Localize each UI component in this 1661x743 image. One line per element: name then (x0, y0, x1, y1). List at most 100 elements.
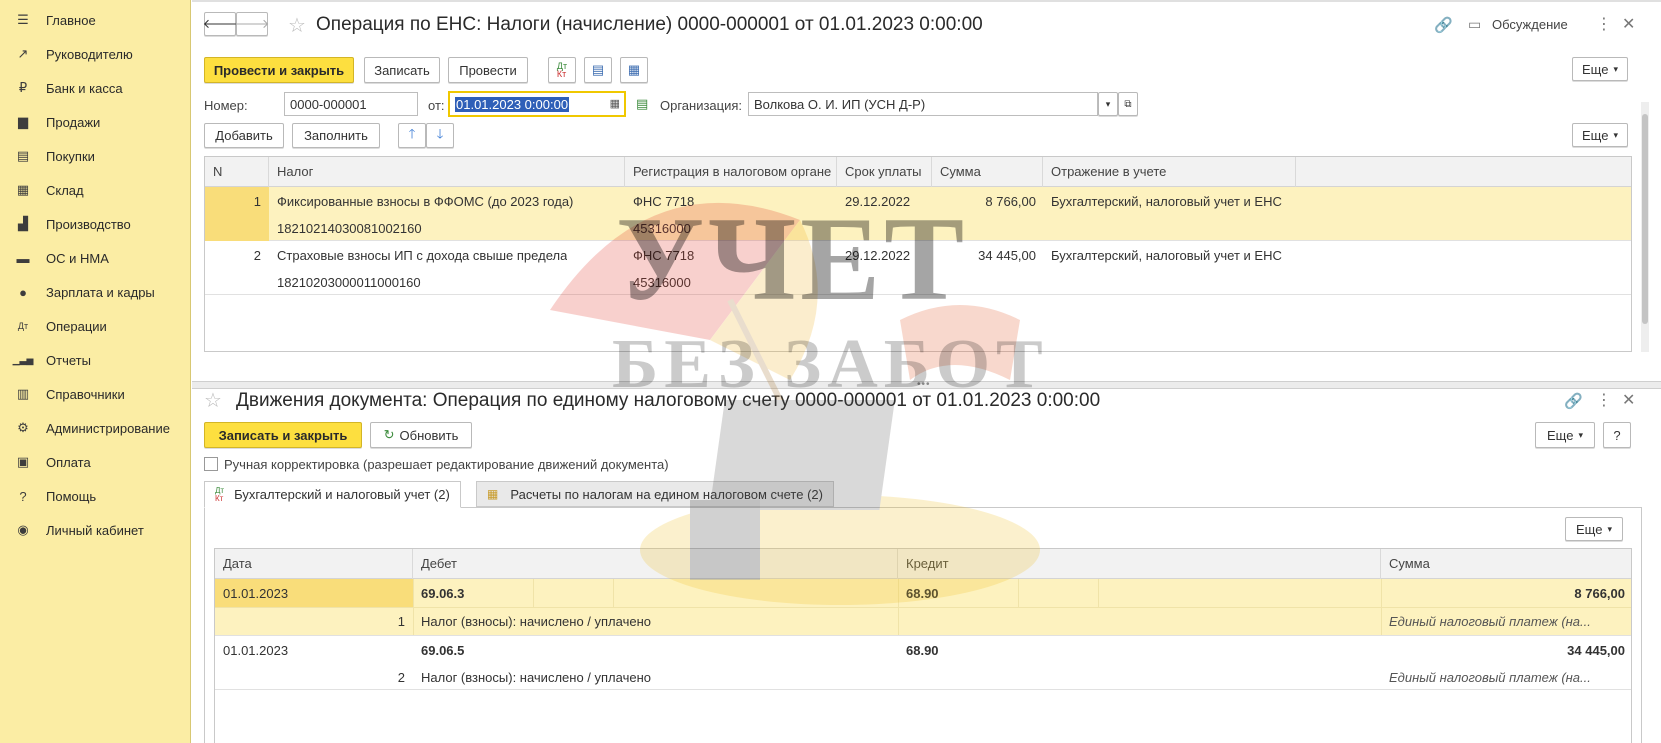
structure-button[interactable]: ▦ (620, 57, 648, 83)
table-row[interactable]: 2 Страховые взносы ИП с дохода свыше пре… (205, 241, 1631, 295)
sidebar-item-4[interactable]: ▤ Покупки (0, 140, 190, 172)
sidebar: ☰ Главное ↗ Руководителю ₽ Банк и касса ▆ Прода… (0, 0, 191, 743)
col-date[interactable]: Дата (215, 549, 413, 579)
post-and-close-button[interactable]: Провести и закрыть (204, 57, 354, 83)
organization-label: Организация: (660, 98, 743, 113)
number-input[interactable]: 0000-000001 (284, 92, 418, 116)
dt-kt-icon: Дт (17, 321, 29, 331)
forward-button[interactable]: 🡒 (235, 12, 269, 36)
row-oktmo: 45316000 (633, 221, 691, 236)
row-sum: 8 766,00 (1574, 586, 1625, 601)
tab-ens-settlements[interactable]: ▦ Расчеты по налогам на едином налоговом… (476, 481, 834, 507)
document-title: Операция по ЕНС: Налоги (начисление) 000… (316, 14, 983, 35)
sidebar-item-label: Справочники (46, 386, 125, 402)
inner-more-button[interactable]: Еще ▾ (1565, 517, 1623, 541)
add-button[interactable]: Добавить (204, 123, 284, 148)
col-tax[interactable]: Налог (269, 157, 625, 187)
move-up-button[interactable]: 🡑 (398, 123, 426, 148)
refresh-icon: ↻ (383, 427, 395, 442)
sidebar-item-15[interactable]: ◉ Личный кабинет (0, 514, 190, 546)
link-icon[interactable]: 🔗 (1564, 392, 1583, 410)
col-registration[interactable]: Регистрация в налоговом органе (625, 157, 837, 187)
coin-icon: ₽ (18, 80, 28, 95)
warehouse-icon: ▦ (16, 182, 30, 197)
more-dots-icon[interactable]: ⋮ (1596, 390, 1612, 410)
sidebar-item-11[interactable]: ▥ Справочники (0, 378, 190, 410)
save-button[interactable]: Записать (364, 57, 440, 83)
close-icon[interactable]: ✕ (1622, 390, 1635, 410)
help-button[interactable]: ? (1603, 422, 1631, 448)
taxes-table: N Налог Регистрация в налоговом органе С… (204, 156, 1632, 352)
post-button[interactable]: Провести (448, 57, 528, 83)
row-due-date: 29.12.2022 (845, 194, 911, 209)
col-credit[interactable]: Кредит (898, 549, 1381, 579)
sidebar-item-5[interactable]: ▦ Склад (0, 174, 190, 206)
dt-kt-button[interactable]: Дт Кт (548, 57, 576, 83)
sidebar-item-0[interactable]: ☰ Главное (0, 4, 190, 36)
sidebar-item-2[interactable]: ₽ Банк и касса (0, 72, 190, 104)
trend-icon: ↗ (17, 46, 29, 61)
sidebar-item-9[interactable]: Дт Операции (0, 310, 190, 342)
row-sum: 34 445,00 (1567, 643, 1625, 658)
table-more-button[interactable]: Еще ▾ (1572, 123, 1628, 147)
org-history-icon[interactable]: ▤ (636, 96, 648, 112)
sidebar-item-12[interactable]: ⚙ Администрирование (0, 412, 190, 444)
manual-correction-checkbox[interactable] (204, 457, 218, 471)
refresh-button[interactable]: ↻ Обновить (370, 422, 472, 448)
more-dots-icon[interactable]: ⋮ (1596, 14, 1612, 34)
move-down-button[interactable]: 🡓 (426, 123, 454, 148)
sidebar-item-label: Склад (46, 182, 84, 198)
row-debit: 69.06.5 (421, 643, 465, 658)
sidebar-item-1[interactable]: ↗ Руководителю (0, 38, 190, 70)
row-sum: 8 766,00 (985, 194, 1036, 209)
tab-accounting[interactable]: Дт Кт Бухгалтерский и налоговый учет (2) (204, 481, 461, 508)
date-input[interactable]: 01.01.2023 0:00:00 ▦ (448, 91, 626, 117)
table-row[interactable]: 01.01.2023 2 69.06.5 Налог (взносы): нач… (215, 636, 1631, 690)
more-label: Еще (1582, 127, 1609, 143)
col-sum[interactable]: Сумма (1381, 549, 1631, 579)
col-debit[interactable]: Дебет (413, 549, 898, 579)
sidebar-item-13[interactable]: ▣ Оплата (0, 446, 190, 478)
sidebar-item-6[interactable]: ▟ Производство (0, 208, 190, 240)
column-separator (533, 579, 534, 607)
sidebar-item-7[interactable]: ▬ ОС и НМА (0, 242, 190, 274)
calendar-icon[interactable]: ▦ (610, 97, 620, 110)
movements-window: ☆ Движения документа: Операция по едином… (192, 389, 1661, 743)
hamburger-icon: ☰ (17, 12, 29, 27)
link-icon[interactable]: 🔗 (1434, 16, 1453, 34)
top-scrollbar-thumb[interactable] (1642, 114, 1648, 324)
sidebar-item-label: Банк и касса (46, 80, 123, 96)
organization-open-button[interactable]: ⧉ (1118, 92, 1138, 116)
sidebar-item-label: Оплата (46, 454, 91, 470)
discussion-icon[interactable]: ▭ (1468, 16, 1481, 33)
star-icon[interactable]: ☆ (204, 388, 222, 413)
col-n[interactable]: N (205, 157, 269, 187)
sidebar-item-8[interactable]: ● Зарплата и кадры (0, 276, 190, 308)
table-row[interactable]: 01.01.2023 1 69.06.3 Налог (взносы): нач… (215, 579, 1631, 636)
taxes-table-header: N Налог Регистрация в налоговом органе С… (205, 157, 1631, 187)
col-sum[interactable]: Сумма (932, 157, 1043, 187)
back-button[interactable]: 🡐 (203, 12, 237, 36)
table-row[interactable]: 1 Фиксированные взносы в ФФОМС (до 2023 … (205, 187, 1631, 241)
organization-input[interactable]: Волкова О. И. ИП (УСН Д-Р) (748, 92, 1098, 116)
sidebar-item-14[interactable]: ? Помощь (0, 480, 190, 512)
save-and-close-button[interactable]: Записать и закрыть (204, 422, 362, 448)
books-icon: ▥ (16, 386, 30, 401)
star-icon[interactable]: ☆ (288, 13, 306, 38)
movements-more-button[interactable]: Еще ▾ (1535, 422, 1595, 448)
sidebar-item-10[interactable]: ▁▃▅ Отчеты (0, 344, 190, 376)
more-button[interactable]: Еще ▾ (1572, 57, 1628, 81)
discussion-link[interactable]: Обсуждение (1492, 17, 1568, 32)
report-button[interactable]: ▤ (584, 57, 612, 83)
top-scrollbar[interactable] (1641, 102, 1649, 352)
close-icon[interactable]: ✕ (1622, 14, 1635, 34)
row-debit: 69.06.3 (421, 586, 465, 601)
sidebar-item-label: Продажи (46, 114, 101, 130)
col-due-date[interactable]: Срок уплаты (837, 157, 932, 187)
fill-button[interactable]: Заполнить (292, 123, 380, 148)
sidebar-item-3[interactable]: ▆ Продажи (0, 106, 190, 138)
col-reflection[interactable]: Отражение в учете (1043, 157, 1296, 187)
organization-dropdown-button[interactable]: ▾ (1098, 92, 1118, 116)
window-splitter[interactable]: ••• (192, 379, 1661, 390)
row-due-date: 29.12.2022 (845, 248, 911, 263)
